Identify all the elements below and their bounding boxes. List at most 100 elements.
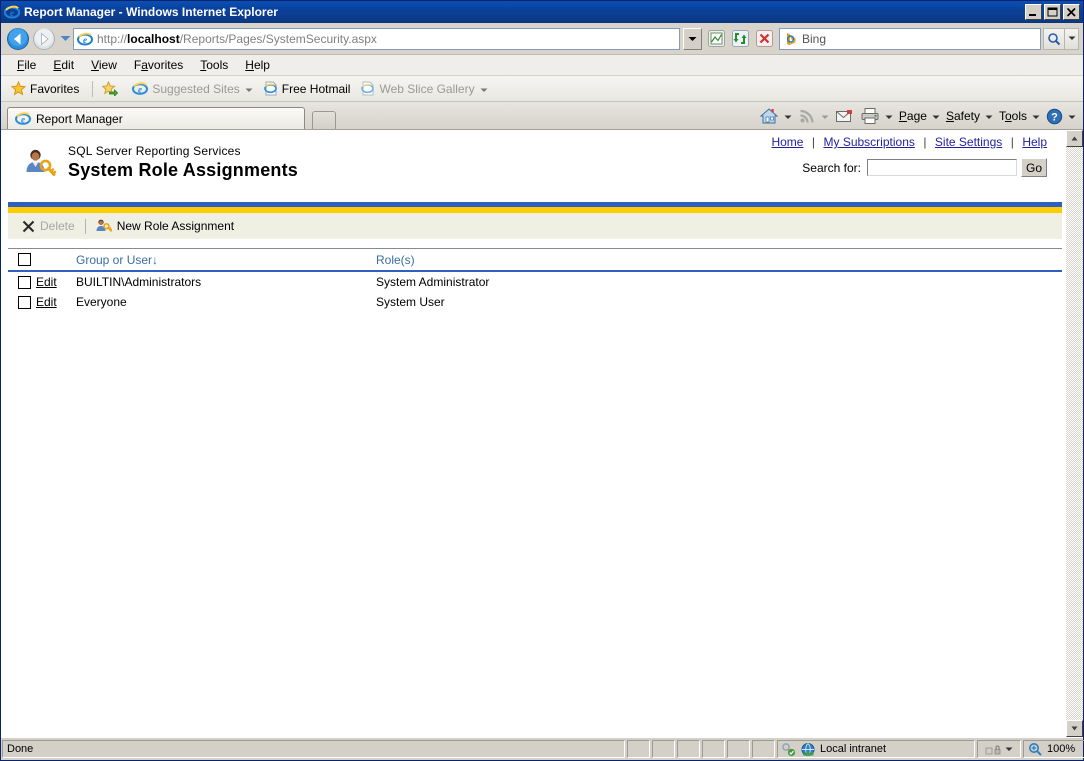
tab-report-manager[interactable]: e Report Manager [7,107,305,129]
cmd-accel: o [1004,109,1012,123]
help-menu-button[interactable]: ? [1043,106,1079,127]
page-menu-button[interactable]: Page [896,107,943,125]
report-manager-page: SQL Server Reporting Services System Rol… [1,130,1065,737]
page-titles: SQL Server Reporting Services System Rol… [68,138,298,198]
security-zone-pane[interactable]: Local intranet [777,740,975,758]
nav-link-home[interactable]: Home [771,135,803,149]
delete-button[interactable]: Delete [22,219,75,233]
user-key-icon [95,218,112,234]
print-icon [861,108,879,124]
browser-search-input[interactable]: Bing [779,27,1041,50]
new-role-assignment-label: New Role Assignment [116,219,235,233]
grid-header-row: Group or User↓ Role(s) [8,248,1062,272]
favorites-label: Favorites [30,81,80,96]
search-input[interactable] [867,159,1017,176]
page-scrollbar[interactable] [1065,130,1083,737]
zoom-pane[interactable]: 100% [1023,740,1084,758]
tools-menu-button[interactable]: Tools [996,107,1043,125]
sort-group-or-user-link[interactable]: Group or User↓ [76,253,158,267]
row-checkbox[interactable] [18,275,31,289]
close-button[interactable] [1063,4,1080,20]
browser-search-button[interactable] [1043,27,1065,50]
address-bar[interactable]: e http://localhost/Reports/Pages/SystemS… [73,27,680,50]
feeds-button[interactable] [795,105,832,127]
menu-item-file[interactable]: File [9,56,45,74]
cmd-rest: age [906,109,927,123]
bing-icon [786,32,796,45]
menu-bar: File Edit View Favorites Tools Help [1,55,1083,76]
chevron-down-icon [480,82,488,96]
sort-roles-link[interactable]: Role(s) [376,253,415,267]
favorites-item-free-hotmail[interactable]: Free Hotmail [260,79,354,98]
menu-item-favorites[interactable]: Favorites [126,56,192,74]
row-group-or-user: Everyone [76,295,127,309]
protected-mode-pane[interactable] [977,740,1021,758]
scroll-down-button[interactable] [1066,720,1083,737]
svg-text:e: e [10,8,14,18]
new-role-assignment-button[interactable]: New Role Assignment [95,218,234,234]
menu-item-edit[interactable]: Edit [45,56,83,74]
refresh-icon [731,30,749,47]
menu-accel: a [141,58,148,72]
print-button[interactable] [857,105,896,127]
new-tab-button[interactable] [312,111,336,129]
cmd-accel: S [945,109,954,123]
favorites-item-web-slice-gallery[interactable]: Web Slice Gallery [357,79,490,98]
chevron-down-icon [985,109,993,123]
safety-menu-button[interactable]: Safety [943,107,996,125]
row-edit-cell: Edit [36,295,76,309]
favorites-item-suggested-sites[interactable]: e Suggested Sites [129,79,255,98]
menu-accel: H [245,58,254,72]
maximize-button[interactable] [1044,4,1061,20]
browser-window: e Report Manager - Windows Internet Expl… [0,0,1084,761]
chevron-down-icon [1068,36,1075,40]
select-all-checkbox[interactable] [18,253,31,266]
row-checkbox[interactable] [18,295,31,309]
svg-text:e: e [83,35,87,45]
site-search: Search for: Go [802,158,1047,177]
menu-item-help[interactable]: Help [237,56,279,74]
favorites-separator [92,80,94,97]
menu-item-view[interactable]: View [83,56,126,74]
nav-link-my-subscriptions[interactable]: My Subscriptions [824,135,915,149]
search-label: Search for: [802,160,861,175]
cmd-rest: ols [1011,109,1027,123]
user-key-icon [22,146,58,198]
chevron-down-icon [932,109,940,123]
nav-link-help[interactable]: Help [1022,135,1047,149]
browser-search-dropdown[interactable] [1065,27,1079,50]
add-to-favorites-bar-button[interactable] [99,79,125,98]
edit-link[interactable]: Edit [36,275,57,289]
back-button[interactable] [5,26,31,52]
header-roles-cell: Role(s) [376,253,1062,267]
nav-separator: | [811,135,816,149]
scroll-up-button[interactable] [1066,130,1083,147]
row-roles: System User [376,295,445,309]
forward-button[interactable] [31,26,57,52]
compatibility-view-button[interactable] [705,28,727,50]
url-path: /Reports/Pages/SystemSecurity.aspx [179,31,377,46]
tab-bar: e Report Manager Page Safety Tools ? [1,102,1083,129]
scroll-track[interactable] [1066,147,1083,720]
browser-search-placeholder: Bing [802,31,827,46]
menu-rest: iew [98,58,117,72]
menu-item-tools[interactable]: Tools [192,56,237,74]
minimize-button[interactable] [1025,4,1042,20]
stop-button[interactable] [753,28,775,50]
address-dropdown-button[interactable] [683,27,702,50]
table-row: Edit BUILTIN\Administrators System Admin… [8,272,1062,292]
url-prefix: http:// [97,31,128,46]
favorites-button[interactable]: Favorites [8,79,82,98]
edit-link[interactable]: Edit [36,295,57,309]
search-go-button[interactable]: Go [1021,158,1047,177]
header-group-or-user-cell: Group or User↓ [36,253,376,267]
chevron-down-icon [60,36,70,41]
recent-pages-button[interactable] [57,26,73,52]
home-button[interactable] [756,105,795,127]
url-host: localhost [127,31,180,46]
favorites-bar: Favorites e Suggested Sites Free Hotmail… [1,76,1083,102]
read-mail-button[interactable] [832,106,857,126]
nav-link-site-settings[interactable]: Site Settings [935,135,1002,149]
refresh-button[interactable] [729,28,751,50]
page-header: SQL Server Reporting Services System Rol… [4,130,1065,202]
